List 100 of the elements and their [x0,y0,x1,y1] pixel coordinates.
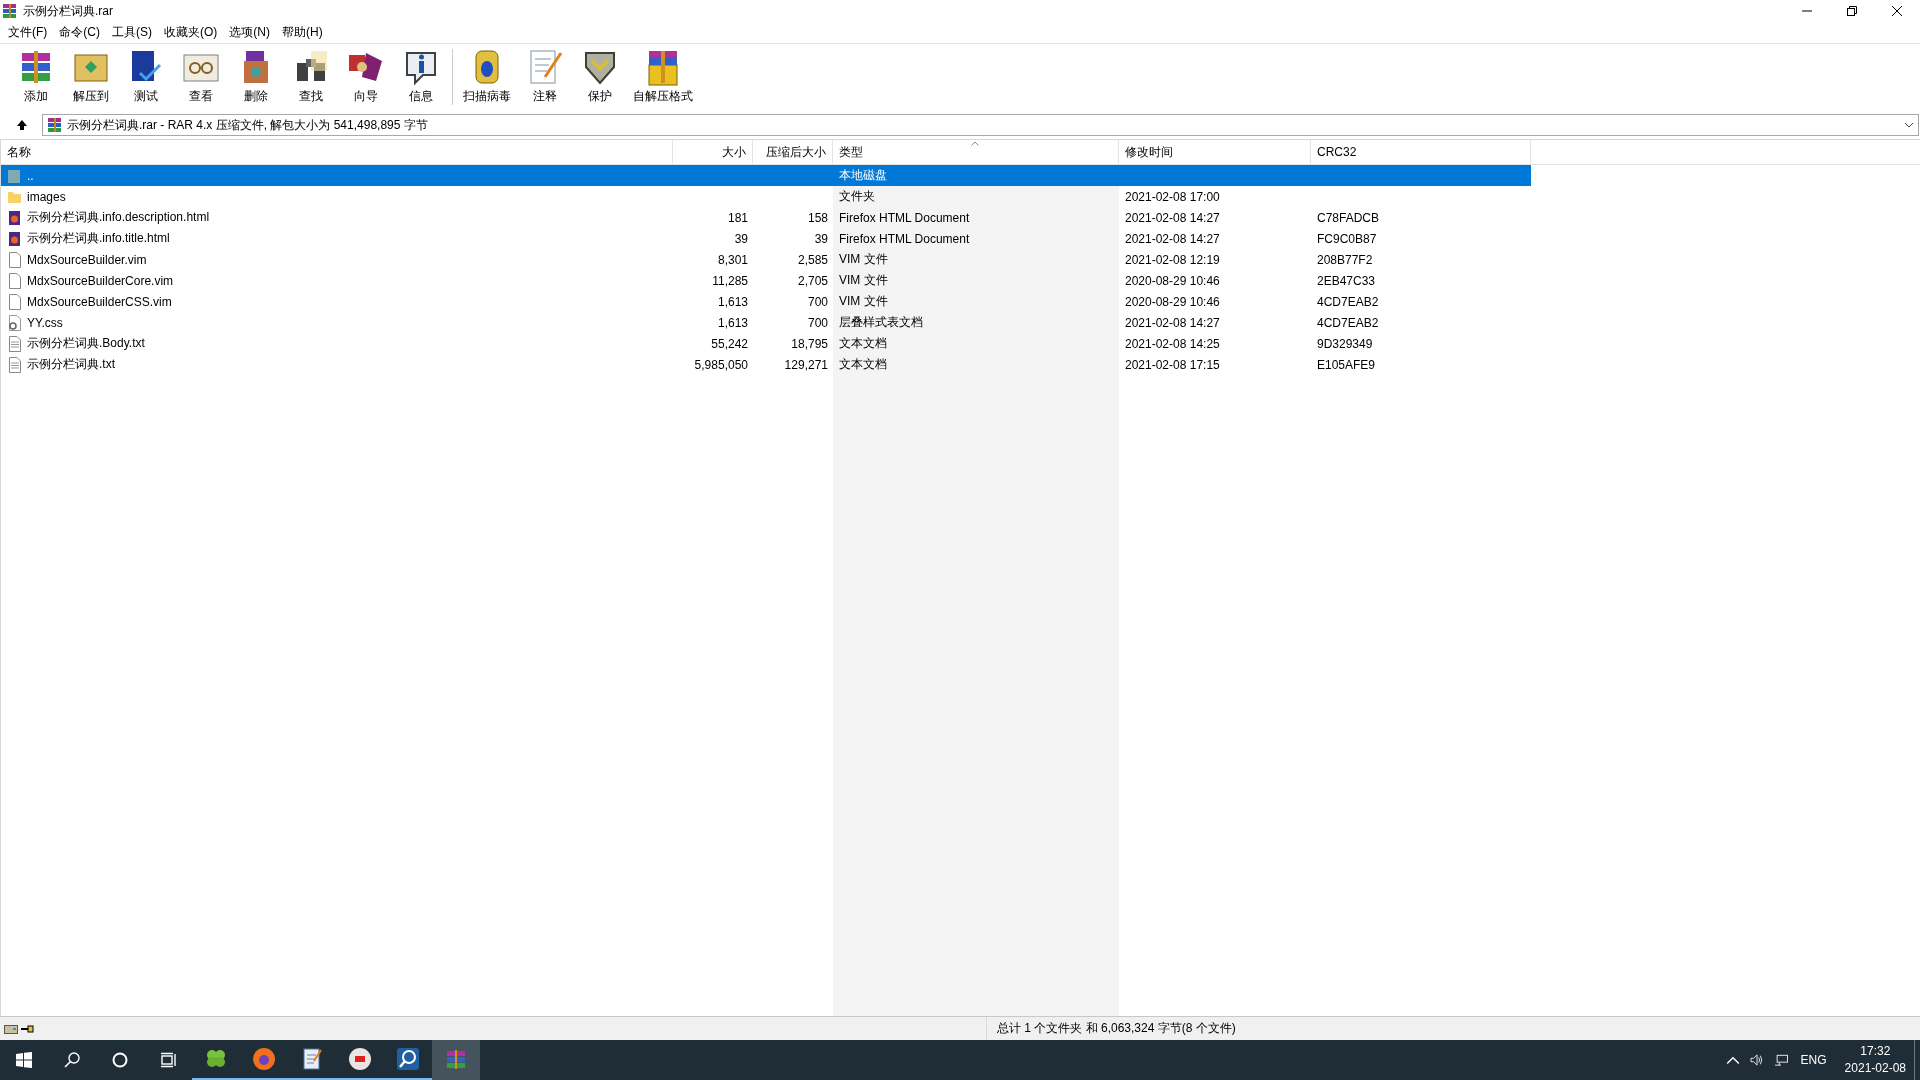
toolbar-button[interactable]: 自解压格式 [633,47,693,105]
close-icon[interactable] [1892,6,1902,16]
text-file-icon [7,356,23,373]
menu-item[interactable]: 文件(F) [3,24,55,41]
menu-item[interactable]: 命令(C) [54,24,107,41]
toolbar-button[interactable]: 解压到 [69,47,112,105]
file-name: 示例分栏词典.info.title.html [27,230,170,247]
chevron-up-icon[interactable] [1725,1054,1740,1066]
file-row[interactable]: MdxSourceBuilderCore.vim 11,285 2,705 VIM 文件 2020-08-29 10:46 2EB47C33 [1,270,1531,291]
file-size: 8,301 [717,252,748,267]
language-indicator[interactable]: ENG [1800,1053,1827,1067]
file-row[interactable]: .. 本地磁盘 [1,165,1531,186]
file-packed: 700 [807,294,828,309]
file-modified: 2021-02-08 14:27 [1125,231,1220,246]
file-type: VIM 文件 [839,293,888,310]
clock[interactable]: 17:32 2021-02-08 [1844,1043,1906,1077]
column-header[interactable]: 修改时间 [1119,140,1311,164]
notepad-icon [300,1047,324,1071]
circle-icon[interactable] [112,1052,128,1068]
file-checksum: E105AFE9 [1317,357,1376,372]
file-packed: 39 [814,231,828,246]
menu-item[interactable]: 帮助(H) [277,24,330,41]
column-header[interactable]: 名称 [1,140,673,164]
file-modified: 2021-02-08 12:19 [1125,252,1220,267]
file-modified: 2021-02-08 14:27 [1125,210,1220,225]
file-size: 11,285 [712,273,748,288]
record-icon [348,1047,372,1071]
file-size: 1,613 [717,294,748,309]
file-packed: 2,705 [797,273,828,288]
start-icon[interactable] [16,1052,32,1068]
file-checksum: C78FADCB [1317,210,1380,225]
file-row[interactable]: YY.css 1,613 700 层叠样式表文档 2021-02-08 14:27 4CD7EAB2 [1,312,1531,333]
toolbar-button[interactable]: 信息 [399,47,442,105]
file-name: .. [27,168,34,183]
file-name: images [27,189,66,204]
blank-file-icon [7,251,23,268]
file-type: 文件夹 [839,188,875,205]
file-modified: 2021-02-08 17:00 [1125,189,1220,204]
column-header[interactable]: 压缩后大小 [753,140,833,164]
key-icon [20,1023,34,1034]
file-name: MdxSourceBuilderCSS.vim [27,294,172,309]
file-size: 55,242 [711,336,748,351]
file-type: 文本文档 [839,356,887,373]
file-checksum: 4CD7EAB2 [1317,294,1379,309]
toolbar-button[interactable]: 注释 [523,47,566,105]
toolbar-button[interactable]: 添加 [14,47,57,105]
file-modified: 2021-02-08 14:25 [1125,336,1220,351]
speaker-icon[interactable] [1749,1054,1764,1066]
magnifier-icon [396,1047,420,1071]
toolbar-button[interactable]: 保护 [578,47,621,105]
file-modified: 2020-08-29 10:46 [1125,273,1220,288]
file-row[interactable]: 示例分栏词典.info.description.html 181 158 Firefox HTML Document 2021-02-08 14:27 C78FADCB [1,207,1531,228]
file-name: MdxSourceBuilderCore.vim [27,273,174,288]
restore-icon[interactable] [1847,6,1857,16]
fox-globe-icon [252,1047,276,1071]
file-checksum: 9D329349 [1317,336,1373,351]
address-field[interactable]: 示例分栏词典.rar - RAR 4.x 压缩文件, 解包大小为 541,498,895 字节 [42,114,1919,136]
column-header[interactable]: CRC32 [1311,140,1531,164]
search-icon[interactable] [64,1052,80,1068]
file-modified: 2020-08-29 10:46 [1125,294,1220,309]
file-modified: 2021-02-08 14:27 [1125,315,1220,330]
menu-item[interactable]: 选项(N) [224,24,277,41]
file-type: Firefox HTML Document [839,231,970,246]
file-checksum: 4CD7EAB2 [1317,315,1379,330]
html-file-icon [7,230,23,247]
file-row[interactable]: 示例分栏词典.txt 5,985,050 129,271 文本文档 2021-02-08 17:15 E105AFE9 [1,354,1531,375]
window-title: 示例分栏词典.rar [23,2,113,20]
file-packed: 18,795 [791,336,828,351]
file-row[interactable]: 示例分栏词典.Body.txt 55,242 18,795 文本文档 2021-02-08 14:25 9D329349 [1,333,1531,354]
toolbar-button[interactable]: 扫描病毒 [463,47,511,105]
toolbar-button[interactable]: 删除 [234,47,277,105]
file-name: YY.css [27,315,63,330]
file-row[interactable]: MdxSourceBuilder.vim 8,301 2,585 VIM 文件 2021-02-08 12:19 208B77F2 [1,249,1531,270]
blank-file-icon [7,293,23,310]
file-name: 示例分栏词典.txt [27,356,115,373]
file-checksum: FC9C0B87 [1317,231,1377,246]
menu-item[interactable]: 工具(S) [107,24,159,41]
file-row[interactable]: images 文件夹 2021-02-08 17:00 [1,186,1531,207]
menu-item[interactable]: 收藏夹(O) [159,24,225,41]
file-row[interactable]: 示例分栏词典.info.title.html 39 39 Firefox HTML Document 2021-02-08 14:27 FC9C0B87 [1,228,1531,249]
toolbar-button[interactable]: 查找 [289,47,332,105]
blank-file-icon [7,272,23,289]
toolbar-button[interactable]: 测试 [124,47,167,105]
file-name: 示例分栏词典.Body.txt [27,335,145,352]
toolbar-button[interactable]: 查看 [179,47,222,105]
task-view-icon[interactable] [160,1052,176,1068]
file-row[interactable]: MdxSourceBuilderCSS.vim 1,613 700 VIM 文件 2020-08-29 10:46 4CD7EAB2 [1,291,1531,312]
file-type: 文本文档 [839,335,887,352]
dropdown-caret-icon[interactable] [1904,122,1914,128]
column-header[interactable]: 大小 [673,140,753,164]
status-text: 总计 1 个文件夹 和 6,063,324 字节(8 个文件) [997,1020,1236,1037]
column-header[interactable]: 类型 [833,140,1119,164]
toolbar-button[interactable]: 向导 [344,47,387,105]
books-icon [2,3,18,19]
file-type: Firefox HTML Document [839,210,970,225]
file-checksum: 2EB47C33 [1317,273,1376,288]
file-name: 示例分栏词典.info.description.html [27,209,210,226]
network-icon[interactable] [1773,1054,1788,1066]
file-modified: 2021-02-08 17:15 [1125,357,1220,372]
file-packed: 2,585 [797,252,828,267]
